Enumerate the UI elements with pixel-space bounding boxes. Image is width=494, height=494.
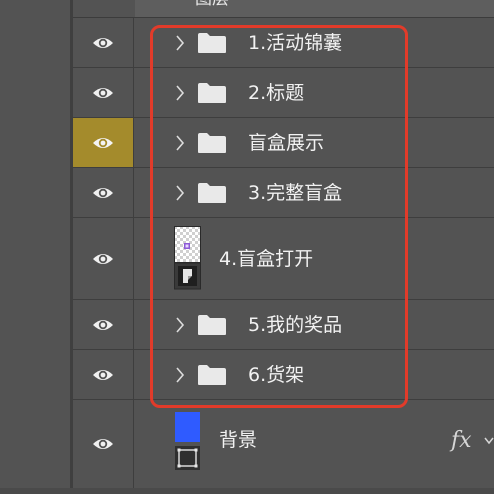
layer-row-8[interactable]: 背景 fx (73, 400, 494, 488)
eye-icon (93, 439, 113, 449)
shape-layer-thumbnail[interactable] (174, 411, 201, 471)
folder-icon (198, 315, 226, 335)
header-cell: 图层 (135, 0, 494, 17)
chevron-right-icon[interactable] (174, 134, 186, 152)
smart-object-thumbnail[interactable] (174, 226, 201, 290)
layer-name[interactable]: 4.盲盒打开 (219, 247, 313, 271)
visibility-toggle[interactable] (73, 300, 134, 349)
layer-row-6[interactable]: 5.我的奖品 (73, 300, 494, 350)
eye-icon (93, 253, 113, 264)
visibility-toggle[interactable] (73, 350, 134, 399)
left-gutter (0, 0, 70, 494)
folder-icon (198, 365, 226, 385)
visibility-toggle[interactable] (73, 400, 134, 488)
folder-icon (198, 133, 226, 153)
layers-panel-screenshot: 图层 1.活动锦囊 (0, 0, 494, 494)
folder-icon (198, 183, 226, 203)
layer-row-2[interactable]: 2.标题 (73, 68, 494, 118)
background-color-swatch (175, 412, 200, 442)
layer-row-3[interactable]: 盲盒展示 (73, 118, 494, 168)
layer-name[interactable]: 1.活动锦囊 (248, 31, 342, 55)
eye-icon (93, 319, 113, 330)
panel-bottom-edge (0, 488, 494, 494)
chevron-down-icon[interactable] (484, 435, 494, 447)
folder-icon (198, 83, 226, 103)
eye-icon (93, 87, 113, 98)
eye-icon (93, 37, 113, 48)
chevron-right-icon[interactable] (174, 34, 186, 52)
layer-name[interactable]: 3.完整盲盒 (248, 181, 342, 205)
chevron-right-icon[interactable] (174, 84, 186, 102)
chevron-right-icon[interactable] (174, 316, 186, 334)
eye-icon (93, 137, 113, 148)
visibility-toggle[interactable] (73, 68, 134, 117)
layer-row-1[interactable]: 1.活动锦囊 (73, 18, 494, 68)
panel-title: 图层 (195, 0, 229, 11)
layer-row-7[interactable]: 6.货架 (73, 350, 494, 400)
visibility-toggle[interactable] (73, 168, 134, 217)
visibility-toggle[interactable] (73, 218, 134, 299)
effects-indicator[interactable]: fx (451, 429, 472, 453)
layer-name[interactable]: 6.货架 (248, 363, 304, 387)
chevron-right-icon[interactable] (174, 366, 186, 384)
eye-icon (93, 187, 113, 198)
folder-icon (198, 33, 226, 53)
layer-name[interactable]: 背景 (219, 428, 257, 452)
layer-row-5[interactable]: 4.盲盒打开 (73, 218, 494, 300)
layer-row-4[interactable]: 3.完整盲盒 (73, 168, 494, 218)
visibility-toggle[interactable] (73, 18, 134, 67)
chevron-right-icon[interactable] (174, 184, 186, 202)
layer-name[interactable]: 5.我的奖品 (248, 313, 342, 337)
layer-name[interactable]: 2.标题 (248, 81, 304, 105)
eye-icon (93, 369, 113, 380)
layers-panel-header: 图层 (73, 0, 494, 18)
layers-list: 图层 1.活动锦囊 (73, 0, 494, 494)
visibility-toggle[interactable] (73, 118, 134, 167)
layer-name[interactable]: 盲盒展示 (248, 131, 324, 155)
